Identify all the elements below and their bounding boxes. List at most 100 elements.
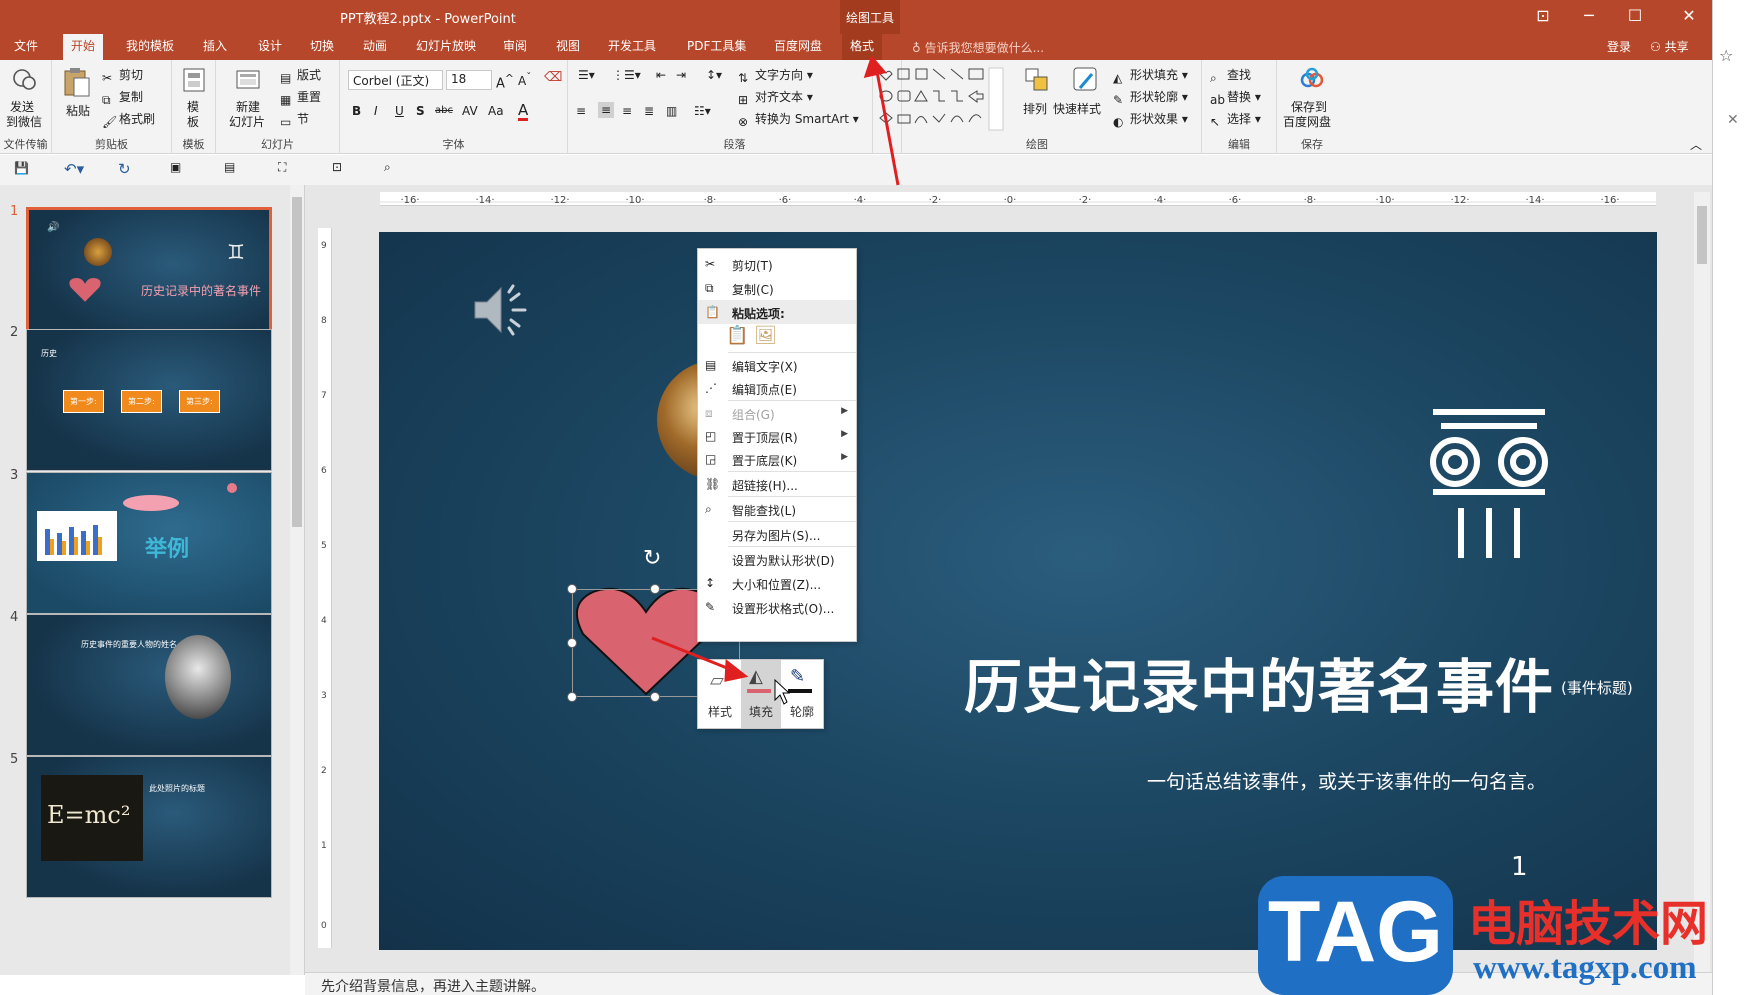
resize-handle[interactable] <box>567 692 577 702</box>
select-button[interactable]: ↖ 选择 ▾ <box>1210 110 1261 129</box>
format-painter-button[interactable]: 🖌 格式刷 <box>102 110 155 129</box>
increase-indent-button[interactable]: ⇥ <box>676 68 686 82</box>
paste-button[interactable]: 粘贴 <box>66 102 90 119</box>
slide-quote[interactable]: 一句话总结该事件，或关于该事件的一句名言。 <box>1147 767 1546 794</box>
rotate-handle-icon[interactable]: ↻ <box>643 546 661 571</box>
shrink-font-button[interactable]: Aˇ <box>518 72 531 88</box>
reset-button[interactable]: ▦ 重置 <box>280 88 321 107</box>
menu-item-edit-points[interactable]: ⋰ 编辑顶点(E) <box>698 376 856 400</box>
slide-thumbnail-2[interactable]: 历史 第一步: 第二步: 第三步: <box>26 329 272 471</box>
slide-thumbnail-3[interactable]: 举例 <box>26 472 272 614</box>
shadow-button[interactable]: S <box>416 104 425 118</box>
current-slide[interactable]: ↻ 历史记录中的著名事件 (事件标题) 一句话总结该事件，或关于该事件的一句名言… <box>379 232 1657 950</box>
shape-fill-button[interactable]: ◭ 形状填充 ▾ <box>1113 66 1188 85</box>
scrollbar-thumb[interactable] <box>1697 206 1707 264</box>
align-text-button[interactable]: ⊞ 对齐文本 ▾ <box>738 88 813 107</box>
tab-insert[interactable]: 插入 <box>195 34 235 60</box>
ionic-column-icon[interactable] <box>1419 404 1559 564</box>
tab-developer[interactable]: 开发工具 <box>600 34 664 60</box>
fill-button[interactable]: ◭ 填充 <box>741 660 781 728</box>
scrollbar-thumb[interactable] <box>292 197 302 527</box>
star-icon[interactable]: ☆ <box>1719 46 1733 65</box>
slide-thumbnail-4[interactable]: 历史事件的重要人物的姓名 <box>26 614 272 756</box>
save-icon[interactable]: 💾 <box>14 161 29 175</box>
slide-title[interactable]: 历史记录中的著名事件 <box>964 640 1554 724</box>
style-button[interactable]: ▱ 样式 <box>700 660 740 728</box>
speaker-icon[interactable] <box>471 280 535 340</box>
slide-scrollbar[interactable] <box>1694 192 1710 972</box>
tab-format[interactable]: 格式 <box>842 34 883 60</box>
section-button[interactable]: ▭ 节 <box>280 110 309 129</box>
align-left-button[interactable]: ≡ <box>576 104 586 118</box>
underline-button[interactable]: U <box>395 104 404 118</box>
maximize-button[interactable]: ☐ <box>1612 0 1658 34</box>
paste-keep-format-icon[interactable]: 📋 <box>726 325 748 346</box>
font-color-button[interactable]: A <box>518 102 529 121</box>
change-case-button[interactable]: Aa <box>488 104 504 118</box>
menu-item-set-default-shape[interactable]: 设置为默认形状(D) <box>698 547 856 571</box>
menu-item-save-as-picture[interactable]: 另存为图片(S)... <box>698 522 856 546</box>
slide-thumbnail-5[interactable]: E=mc² 此处照片的标题 <box>26 756 272 898</box>
bold-button[interactable]: B <box>352 104 361 118</box>
slide-title-note[interactable]: (事件标题) <box>1561 677 1633 698</box>
present-qat-icon[interactable]: ⛶ <box>278 160 286 175</box>
share-button[interactable]: ⚇ 共享 <box>1650 38 1689 55</box>
login-link[interactable]: 登录 <box>1607 38 1631 55</box>
slide-thumbnail-1[interactable]: 🔊 ♊ 历史记录中的著名事件 <box>26 207 272 349</box>
arrange-button[interactable]: 排列 <box>1023 100 1047 117</box>
font-size-combo[interactable]: 18 <box>446 70 492 90</box>
resize-handle[interactable] <box>567 638 577 648</box>
justify-button[interactable]: ≣ <box>644 104 654 118</box>
distribute-button[interactable]: ▥ <box>666 104 677 118</box>
font-name-combo[interactable]: Corbel (正文) <box>348 70 443 90</box>
menu-item-format-shape[interactable]: ✎ 设置形状格式(O)... <box>698 595 856 619</box>
outline-button[interactable]: ✎ 轮廓 <box>782 660 822 728</box>
tell-me-box[interactable]: ♁ 告诉我您想要做什么... <box>912 39 1044 56</box>
textbox-qat-icon[interactable]: ▤ <box>224 160 235 174</box>
strikethrough-button[interactable]: abc <box>435 105 453 116</box>
resize-handle[interactable] <box>567 584 577 594</box>
clear-format-icon[interactable]: ⌫ <box>544 70 562 85</box>
bullets-button[interactable]: ☰▾ <box>578 68 595 82</box>
menu-item-bring-to-front[interactable]: ◰ 置于顶层(R) ▶ <box>698 424 856 448</box>
tab-pdf-tools[interactable]: PDF工具集 <box>679 34 754 60</box>
preview-qat-icon[interactable]: ⌕ <box>384 160 391 175</box>
align-center-button[interactable]: ≡ <box>598 102 615 118</box>
tab-baidu-netdisk[interactable]: 百度网盘 <box>766 34 830 60</box>
find-button[interactable]: ⌕ 查找 <box>1210 66 1251 85</box>
menu-item-send-to-back[interactable]: ◲ 置于底层(K) ▶ <box>698 447 856 471</box>
tab-view[interactable]: 视图 <box>548 34 588 60</box>
close-icon[interactable]: ✕ <box>1727 112 1739 128</box>
italic-button[interactable]: I <box>374 104 378 118</box>
shape-effects-button[interactable]: ◐ 形状效果 ▾ <box>1113 110 1188 129</box>
numbering-button[interactable]: ⋮☰▾ <box>612 68 641 82</box>
replace-button[interactable]: ab 替换 ▾ <box>1210 88 1261 107</box>
undo-icon[interactable]: ↶▾ <box>64 160 84 178</box>
line-spacing-button[interactable]: ↕▾ <box>706 68 722 82</box>
redo-icon[interactable]: ↻ <box>118 160 131 178</box>
close-button[interactable]: ✕ <box>1666 0 1712 34</box>
layout-button[interactable]: ▤ 版式 <box>280 66 321 85</box>
menu-item-smart-lookup[interactable]: ⌕ 智能查找(L) <box>698 497 856 521</box>
menu-item-edit-text[interactable]: ▤ 编辑文字(X) <box>698 353 856 377</box>
resize-handle[interactable] <box>650 692 660 702</box>
menu-item-copy[interactable]: ⧉ 复制(C) <box>698 276 856 300</box>
tab-file[interactable]: 文件 <box>6 34 46 60</box>
menu-item-cut[interactable]: ✂ 剪切(T) <box>698 252 856 276</box>
copy-button[interactable]: ⧉ 复制 <box>102 88 143 107</box>
slideshow-qat-icon[interactable]: ⊡ <box>332 160 342 174</box>
ribbon-display-button[interactable]: ⊡ <box>1520 0 1566 34</box>
quick-styles-button[interactable]: 快速样式 <box>1053 100 1101 117</box>
tab-animations[interactable]: 动画 <box>355 34 395 60</box>
tab-design[interactable]: 设计 <box>250 34 290 60</box>
paste-picture-icon[interactable]: 🖼 <box>754 325 777 346</box>
char-spacing-button[interactable]: AV <box>462 104 478 118</box>
text-direction-button[interactable]: ⇅ 文字方向 ▾ <box>738 66 813 85</box>
align-right-button[interactable]: ≡ <box>622 104 632 118</box>
smartart-button[interactable]: ⊗ 转换为 SmartArt ▾ <box>738 110 859 129</box>
tab-transitions[interactable]: 切换 <box>302 34 342 60</box>
tab-my-templates[interactable]: 我的模板 <box>118 34 182 60</box>
thumbnail-scrollbar[interactable] <box>290 185 304 975</box>
tab-review[interactable]: 审阅 <box>495 34 535 60</box>
menu-item-size-position[interactable]: ↕ 大小和位置(Z)... <box>698 571 856 595</box>
